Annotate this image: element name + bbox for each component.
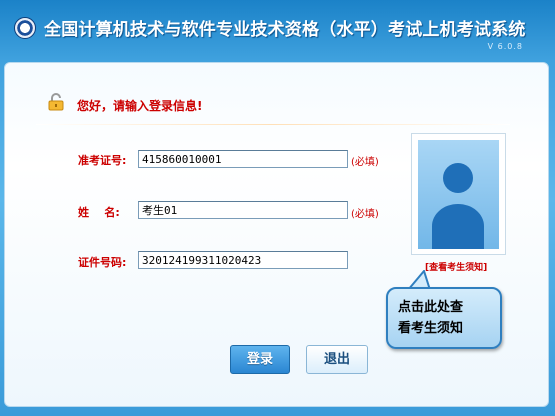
id-number-input[interactable] — [138, 251, 348, 269]
login-button[interactable]: 登录 — [230, 345, 290, 374]
greeting-text: 您好，请输入登录信息! — [77, 99, 203, 113]
version-label: V 6.0.8 — [487, 42, 523, 51]
tooltip-line-1: 点击此处查 — [398, 300, 464, 315]
person-silhouette-icon — [432, 163, 484, 249]
avatar-placeholder — [418, 140, 499, 249]
name-label: 姓 名: — [78, 206, 120, 219]
id-number-label: 证件号码: — [78, 256, 127, 269]
tooltip-line-2: 看考生须知 — [398, 321, 464, 336]
name-input[interactable] — [138, 201, 348, 219]
exit-button[interactable]: 退出 — [306, 345, 368, 374]
divider — [36, 124, 510, 125]
notice-tooltip: 点击此处查 看考生须知 — [386, 287, 502, 349]
lock-icon — [48, 93, 64, 111]
name-required: (必填) — [351, 209, 379, 220]
exam-number-input[interactable] — [138, 150, 348, 168]
exam-logo-icon — [14, 17, 36, 39]
title-bar: 全国计算机技术与软件专业技术资格（水平）考试上机考试系统 V 6.0.8 — [0, 0, 555, 60]
exam-number-required: (必填) — [351, 157, 379, 168]
app-title: 全国计算机技术与软件专业技术资格（水平）考试上机考试系统 — [44, 20, 526, 40]
view-notice-link[interactable]: [查看考生须知] — [425, 260, 487, 273]
exam-number-label: 准考证号: — [78, 154, 127, 167]
photo-frame — [411, 133, 506, 255]
